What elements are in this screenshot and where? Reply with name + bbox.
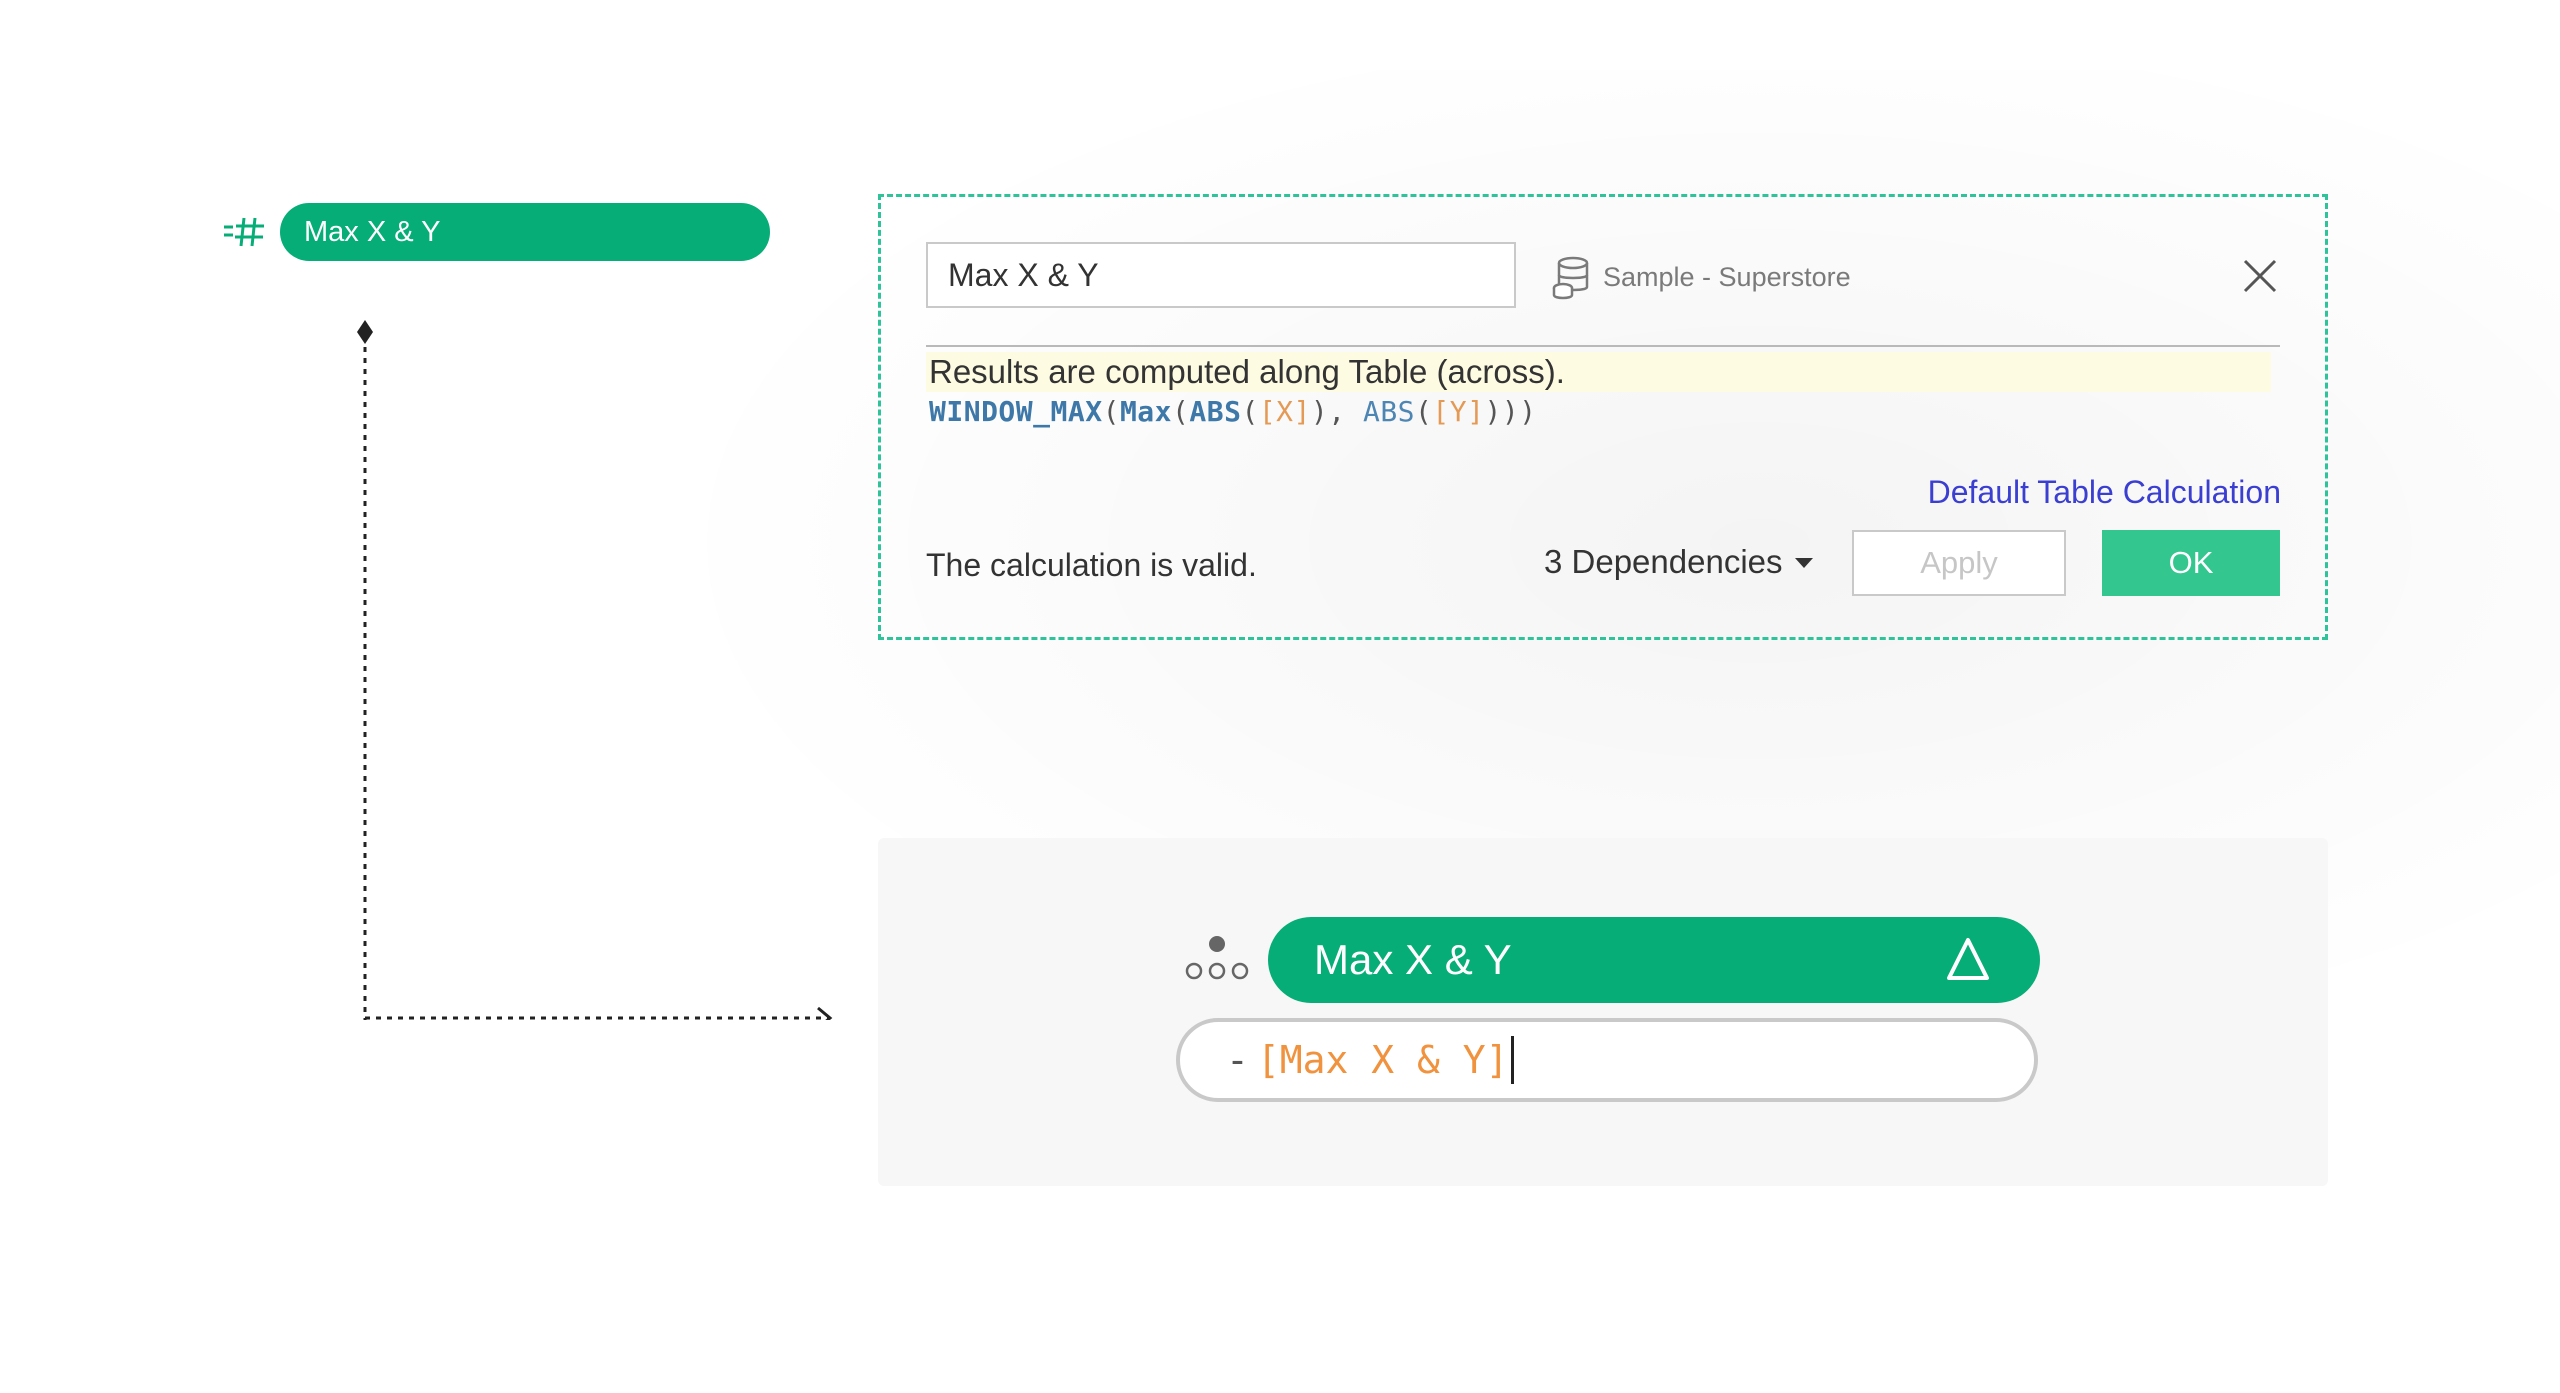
table-calc-pill-label: Max X & Y (1314, 936, 1512, 983)
dependencies-label: 3 Dependencies (1544, 543, 1783, 580)
caret-down-icon (1794, 558, 1813, 568)
drag-handle-dots-icon[interactable] (1182, 934, 1252, 984)
close-icon[interactable] (2241, 257, 2279, 295)
shelf-panel (878, 838, 2328, 1186)
dependencies-dropdown[interactable]: 3 Dependencies (1544, 543, 1813, 581)
datasource-label: Sample - Superstore (1603, 261, 1851, 292)
database-icon (1552, 256, 1589, 300)
formula-paren: ( (1415, 395, 1433, 428)
left-pill-group: Max X & Y (222, 202, 770, 262)
formula-function: Max (1119, 395, 1173, 428)
formula-function: ABS (1189, 395, 1242, 428)
minus-operator: - (1226, 1038, 1249, 1082)
formula-function: WINDOW_MAX (929, 395, 1103, 428)
formula-field: [Y] (1432, 395, 1485, 428)
text-cursor (1510, 1036, 1514, 1084)
formula-paren: ( (1102, 395, 1120, 428)
formula-paren: ), (1310, 395, 1363, 428)
table-calc-pill[interactable]: Max X & Y (1268, 917, 2040, 1003)
validation-status: The calculation is valid. (926, 547, 1257, 583)
formula-paren: ))) (1484, 395, 1537, 428)
formula-function: ABS (1362, 395, 1416, 428)
editor-divider (926, 345, 2280, 347)
default-table-calculation-link[interactable]: Default Table Calculation (1928, 474, 2281, 511)
calculation-editor-dialog: Sample - Superstore Results are computed… (878, 194, 2328, 640)
results-note: Results are computed along Table (across… (929, 353, 1565, 390)
field-reference: [Max X & Y] (1256, 1038, 1509, 1082)
calculated-field-pill-label: Max X & Y (304, 215, 441, 248)
calculation-name-input[interactable] (926, 242, 1516, 308)
formula-editor[interactable]: WINDOW_MAX(Max(ABS([X]), ABS([Y]))) (929, 395, 1537, 428)
datasource-indicator: Sample - Superstore (1549, 253, 1851, 301)
formula-paren: ( (1172, 395, 1190, 428)
delta-icon (1947, 938, 1989, 980)
formula-field: [X] (1258, 395, 1311, 428)
flow-connector-arrow (357, 320, 833, 1020)
apply-button[interactable]: Apply (1852, 530, 2066, 596)
calculated-field-pill[interactable]: Max X & Y (280, 203, 770, 261)
formula-paren: ( (1241, 395, 1259, 428)
ad-hoc-calc-input[interactable]: - [Max X & Y] (1176, 1018, 2038, 1102)
measure-hash-icon (224, 217, 264, 247)
ok-button[interactable]: OK (2102, 530, 2280, 596)
